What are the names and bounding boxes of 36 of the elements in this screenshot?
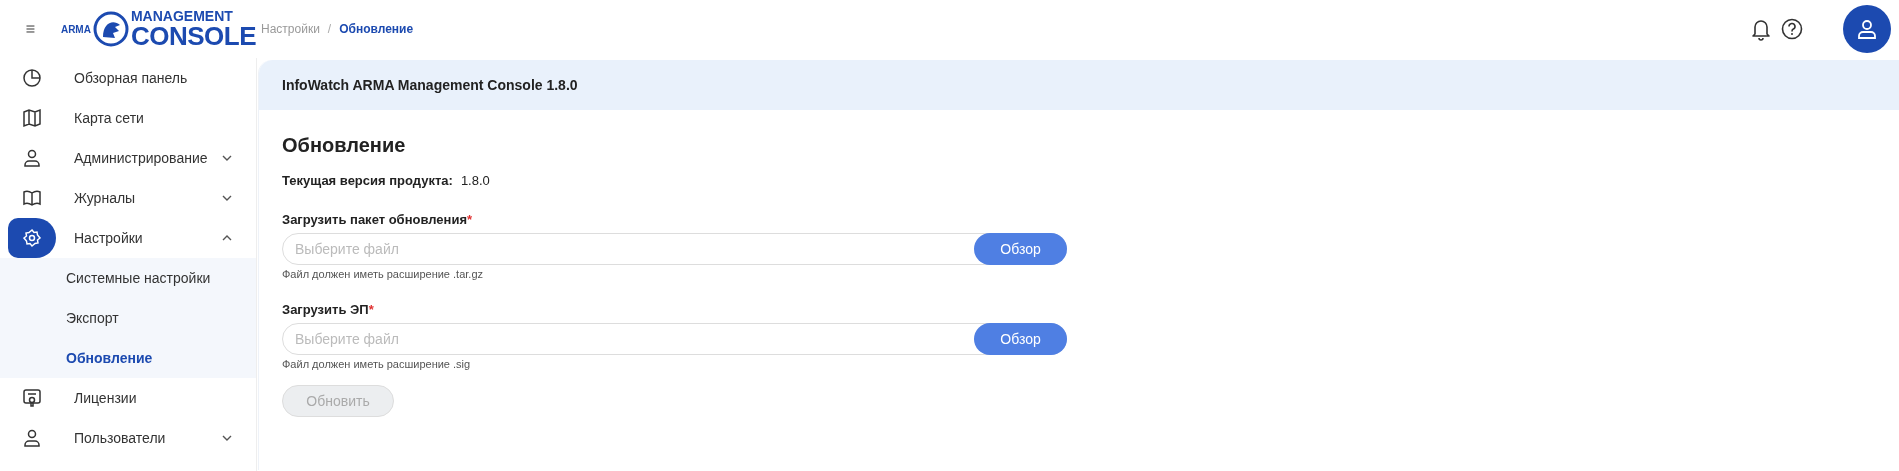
logo-text: CONSOLE bbox=[130, 23, 256, 49]
field-label: Загрузить пакет обновления* bbox=[282, 212, 474, 227]
nav-item[interactable]: Обзорная панель bbox=[0, 58, 256, 98]
breadcrumb-link[interactable]: Обновление bbox=[339, 22, 414, 36]
user-icon bbox=[22, 428, 42, 448]
user-avatar[interactable] bbox=[1843, 5, 1891, 53]
nav-item[interactable]: Настройки bbox=[0, 218, 256, 258]
field-hint: Файл должен иметь расширение .tar.gz bbox=[282, 268, 484, 280]
breadcrumb-separator: / bbox=[327, 22, 332, 36]
user-icon bbox=[22, 148, 42, 168]
browse-button[interactable]: Обзор bbox=[974, 233, 1067, 265]
browse-button[interactable]: Обзор bbox=[974, 323, 1067, 355]
logo-text: MANAGEMENT bbox=[130, 9, 234, 23]
map-icon bbox=[22, 108, 42, 128]
license-icon bbox=[22, 388, 42, 408]
nav-subitem[interactable]: Обновление bbox=[0, 338, 256, 378]
panel-title: InfoWatch ARMA Management Console 1.8.0 bbox=[282, 77, 578, 93]
logo-text: ARMA bbox=[60, 23, 91, 35]
nav-item[interactable]: Администрирование bbox=[0, 138, 256, 178]
dashboard-icon bbox=[22, 68, 42, 88]
nav-item[interactable]: Пользователи bbox=[0, 418, 256, 458]
book-icon bbox=[22, 188, 42, 208]
nav-item[interactable]: Лицензии bbox=[0, 378, 256, 418]
nav-item[interactable]: Карта сети bbox=[0, 98, 256, 138]
settings-icon bbox=[22, 228, 42, 248]
nav-item[interactable]: Журналы bbox=[0, 178, 256, 218]
field-hint: Файл должен иметь расширение .sig bbox=[282, 358, 472, 370]
page-heading: Обновление bbox=[282, 134, 407, 157]
help-icon[interactable] bbox=[1781, 18, 1803, 40]
nav-subitem[interactable]: Системные настройки bbox=[0, 258, 256, 298]
nav-subitem[interactable]: Экспорт bbox=[0, 298, 256, 338]
field-label: Загрузить ЭП* bbox=[282, 302, 375, 317]
menu-icon[interactable] bbox=[26, 22, 35, 36]
version-label: Текущая версия продукта: bbox=[282, 173, 453, 188]
bell-icon[interactable] bbox=[1751, 17, 1771, 41]
version-value: 1.8.0 bbox=[460, 173, 490, 188]
